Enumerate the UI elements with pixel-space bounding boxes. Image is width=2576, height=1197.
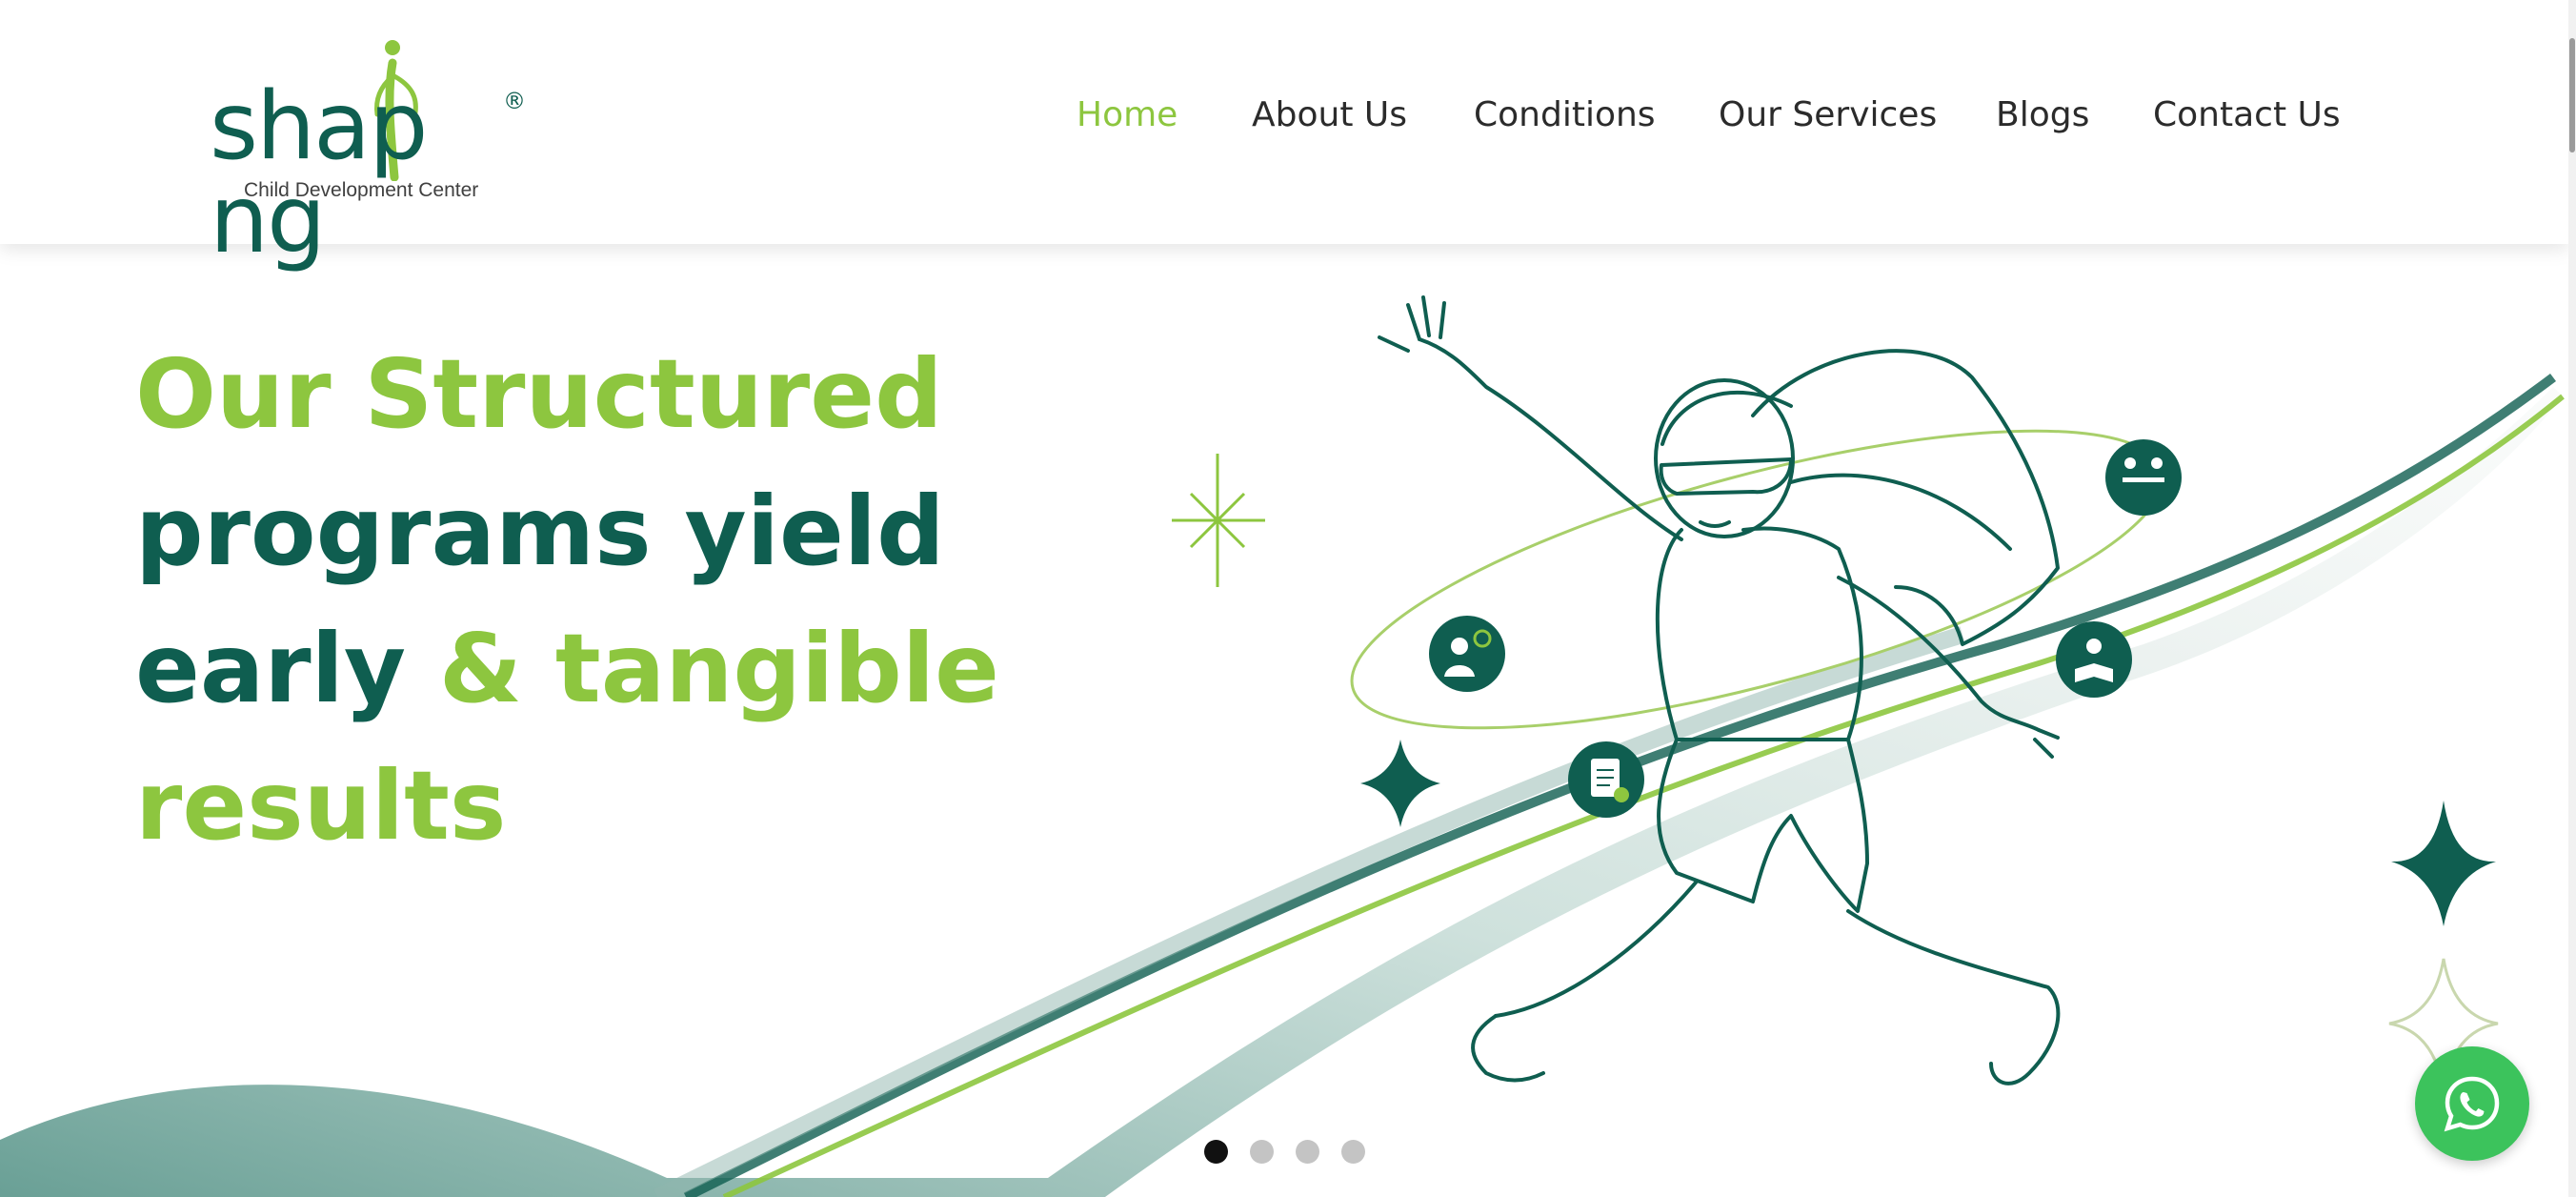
headline-line-1: Our Structured [135, 338, 943, 450]
nav-conditions[interactable]: Conditions [1474, 95, 1656, 134]
sparkle-dark-large-icon [2391, 801, 2496, 926]
brand-logo[interactable]: shapng ® Child Development Center [210, 38, 533, 267]
headline-line-3: early & tangible [135, 613, 999, 724]
therapy-session-icon [2105, 439, 2182, 516]
whatsapp-icon [2444, 1076, 2500, 1132]
nav-home[interactable]: Home [1077, 95, 1177, 134]
slider-dot-1[interactable] [1204, 1140, 1228, 1164]
page-scrollbar[interactable] [2568, 0, 2576, 1197]
clipboard-checklist-icon [1568, 741, 1644, 818]
nav-blogs[interactable]: Blogs [1996, 95, 2089, 134]
registered-mark: ® [503, 88, 526, 114]
headline-line-4: results [135, 750, 507, 862]
therapist-gear-icon [1429, 616, 1505, 692]
slider-dot-4[interactable] [1341, 1140, 1365, 1164]
site-header: shapng ® Child Development Center Home A… [0, 0, 2568, 267]
scrollbar-thumb[interactable] [2569, 38, 2575, 152]
reading-child-icon [2056, 621, 2132, 698]
nav-about-us[interactable]: About Us [1252, 95, 1407, 134]
logo-tagline: Child Development Center [244, 179, 479, 201]
hero-headline: Our Structured programs yield early & ta… [135, 326, 1088, 875]
sparkle-thin-icon [1172, 454, 1265, 587]
nav-our-services[interactable]: Our Services [1719, 95, 1937, 134]
headline-line-2: programs yield [135, 476, 945, 587]
sparkle-dark-small-icon [1360, 740, 1440, 827]
slider-dot-3[interactable] [1296, 1140, 1319, 1164]
hero-slider: Our Structured programs yield early & ta… [0, 244, 2568, 1197]
whatsapp-button[interactable] [2415, 1046, 2529, 1161]
nav-contact-us[interactable]: Contact Us [2153, 95, 2341, 134]
main-nav: Home About Us Conditions Our Services Bl… [1077, 95, 2448, 149]
logo-wordmark: shapng [210, 72, 428, 274]
slider-pagination [1204, 1140, 1376, 1168]
slider-dot-2[interactable] [1250, 1140, 1274, 1164]
